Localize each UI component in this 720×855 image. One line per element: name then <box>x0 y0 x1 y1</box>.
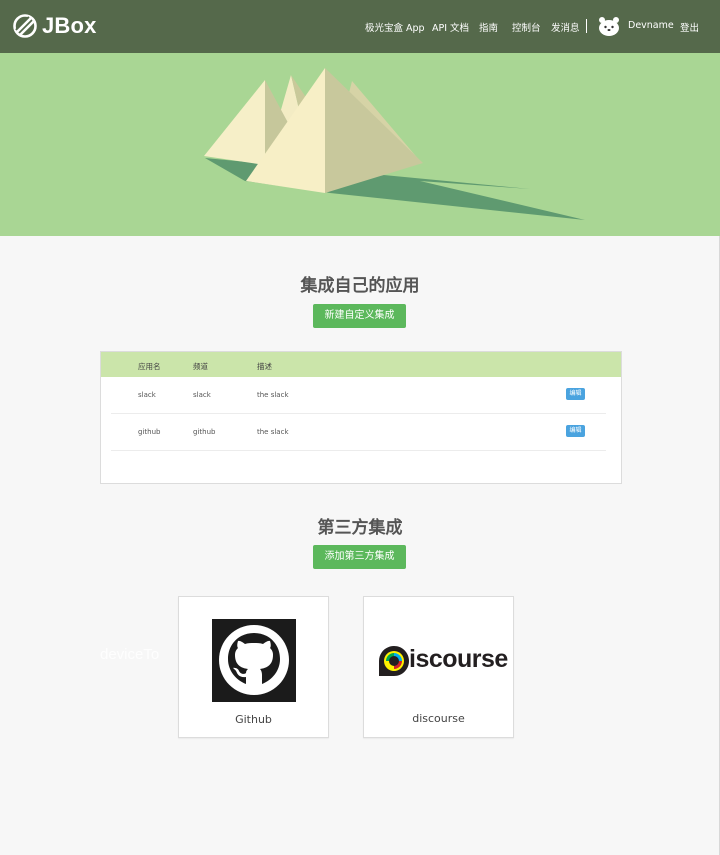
cell-description: the slack <box>257 428 289 436</box>
discourse-logo-text: iscourse <box>409 645 508 673</box>
custom-integration-title: 集成自己的应用 <box>300 276 420 296</box>
github-icon <box>212 619 296 702</box>
table-row: github github the slack 编辑 <box>111 414 606 451</box>
top-navbar: JBox 极光宝盒 App API 文档 指南 控制台 发消息 Devname … <box>0 0 720 53</box>
integration-card-discourse[interactable]: iscourse discourse <box>363 596 514 738</box>
integration-card-github[interactable]: Github <box>178 596 329 738</box>
user-avatar-icon[interactable] <box>598 16 620 36</box>
cell-channel: slack <box>193 391 211 399</box>
cell-channel: github <box>193 428 216 436</box>
custom-integration-table: 应用名 频道 描述 slack slack the slack 编辑 githu… <box>100 351 622 484</box>
logout-link[interactable]: 登出 <box>680 20 699 34</box>
integration-name: discourse <box>412 712 465 725</box>
nav-api-docs[interactable]: API 文档 <box>432 20 469 34</box>
brand-name: JBox <box>42 13 97 38</box>
column-app-name: 应用名 <box>138 362 161 371</box>
integration-name: Github <box>235 713 272 726</box>
new-custom-integration-button[interactable]: 新建自定义集成 <box>313 304 406 328</box>
discourse-icon <box>379 646 409 676</box>
column-channel: 频道 <box>193 362 208 371</box>
add-third-party-button[interactable]: 添加第三方集成 <box>313 545 406 569</box>
third-party-title: 第三方集成 <box>317 518 403 538</box>
cell-description: the slack <box>257 391 289 399</box>
cell-app-name: github <box>138 428 161 436</box>
edit-button[interactable]: 编辑 <box>566 425 585 437</box>
jbox-logo-icon <box>13 14 37 38</box>
edit-button[interactable]: 编辑 <box>566 388 585 400</box>
hero-banner <box>0 53 720 236</box>
nav-send-message[interactable]: 发消息 <box>551 20 580 34</box>
table-header: 应用名 频道 描述 <box>101 352 621 377</box>
nav-divider <box>586 19 587 33</box>
cell-app-name: slack <box>138 391 156 399</box>
username[interactable]: Devname <box>628 20 674 31</box>
pyramids-illustration <box>204 68 585 220</box>
nav-jpush-app[interactable]: 极光宝盒 App <box>365 20 425 34</box>
column-description: 描述 <box>257 362 272 371</box>
nav-guide[interactable]: 指南 <box>479 20 498 34</box>
brand-logo[interactable]: JBox <box>12 11 97 41</box>
table-row: slack slack the slack 编辑 <box>111 377 606 414</box>
nav-console[interactable]: 控制台 <box>512 20 541 34</box>
device-watermark: deviceTo <box>100 646 160 663</box>
